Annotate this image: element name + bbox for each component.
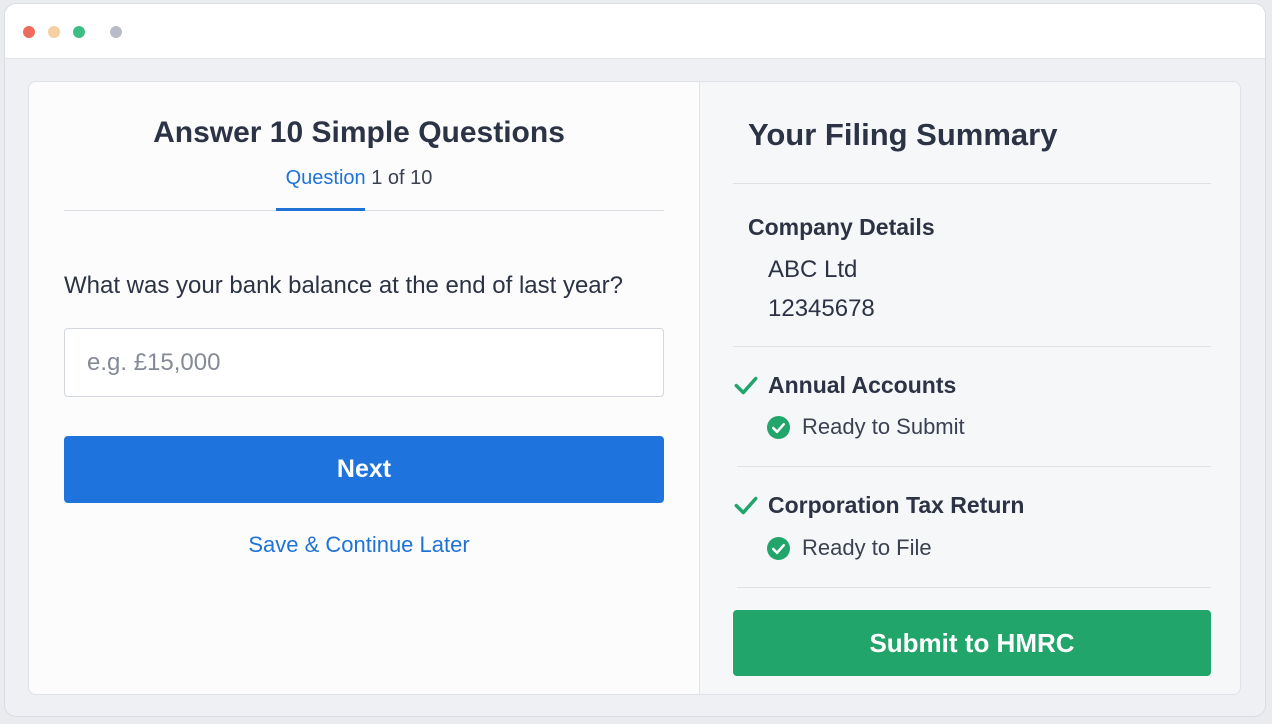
summary-divider bbox=[733, 346, 1211, 347]
annual-accounts-status: Ready to Submit bbox=[767, 414, 965, 440]
questionnaire-title: Answer 10 Simple Questions bbox=[153, 116, 565, 149]
company-details-heading: Company Details bbox=[748, 214, 935, 240]
summary-divider bbox=[733, 183, 1211, 184]
main-card: Answer 10 Simple Questions Question 1 of… bbox=[28, 81, 1241, 695]
next-button[interactable]: Next bbox=[64, 436, 664, 503]
check-icon bbox=[734, 376, 758, 395]
filing-summary-panel: Your Filing Summary Company Details ABC … bbox=[699, 82, 1240, 694]
bank-balance-input[interactable] bbox=[64, 328, 664, 397]
question-progress: Question 1 of 10 bbox=[29, 167, 689, 190]
maximize-window-button[interactable] bbox=[73, 26, 85, 38]
submit-to-hmrc-button[interactable]: Submit to HMRC bbox=[733, 610, 1211, 676]
app-window: Answer 10 Simple Questions Question 1 of… bbox=[4, 3, 1266, 717]
minimize-window-button[interactable] bbox=[48, 26, 60, 38]
save-continue-later-link[interactable]: Save & Continue Later bbox=[29, 532, 689, 558]
check-circle-icon bbox=[767, 415, 790, 439]
check-circle-icon bbox=[767, 536, 790, 560]
questionnaire-panel: Answer 10 Simple Questions Question 1 of… bbox=[29, 82, 699, 694]
summary-divider bbox=[737, 587, 1211, 588]
progress-indicator bbox=[276, 208, 365, 211]
annual-accounts-heading: Annual Accounts bbox=[768, 372, 957, 398]
title-bar bbox=[5, 4, 1265, 59]
status-text: Ready to File bbox=[802, 535, 932, 560]
question-text: What was your bank balance at the end of… bbox=[64, 272, 623, 299]
corporation-tax-status: Ready to File bbox=[767, 535, 932, 561]
company-number: 12345678 bbox=[768, 295, 875, 322]
corporation-tax-heading: Corporation Tax Return bbox=[768, 492, 1025, 518]
check-icon bbox=[734, 496, 758, 515]
progress-label: Question bbox=[285, 167, 366, 189]
window-menu-dot[interactable] bbox=[110, 26, 122, 38]
close-window-button[interactable] bbox=[23, 26, 35, 38]
summary-title: Your Filing Summary bbox=[748, 117, 1058, 152]
summary-divider bbox=[737, 466, 1211, 467]
status-text: Ready to Submit bbox=[802, 414, 965, 439]
progress-count: 1 of 10 bbox=[371, 167, 433, 189]
company-name: ABC Ltd bbox=[768, 256, 858, 283]
